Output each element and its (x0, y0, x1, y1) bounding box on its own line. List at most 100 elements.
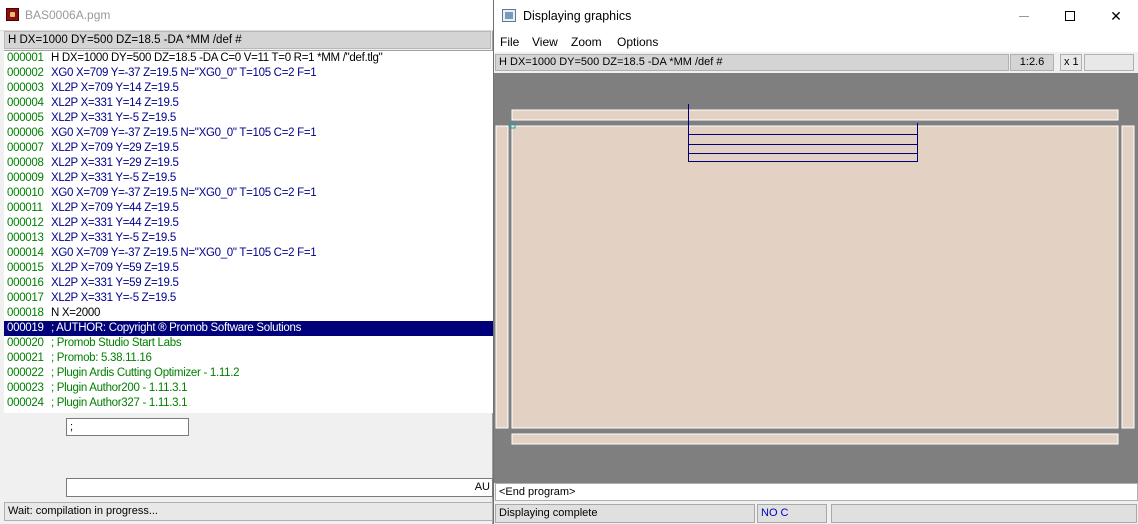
code-line[interactable]: 000015 XL2P X=709 Y=59 Z=19.5 (4, 261, 493, 276)
code-line-text: ; Promob Studio Start Labs (51, 337, 182, 349)
close-button[interactable]: ✕ (1093, 0, 1138, 32)
code-line-number: 000017 (7, 292, 44, 304)
editor-status-bar: Wait: compilation in progress... (4, 502, 493, 521)
menu-view[interactable]: View (532, 35, 558, 49)
code-line-text: XG0 X=709 Y=-37 Z=19.5 N="XG0_0" T=105 C… (51, 187, 317, 199)
window-app-icon (502, 9, 516, 22)
code-line-text: XL2P X=331 Y=-5 Z=19.5 (51, 292, 177, 304)
code-line-text: XL2P X=331 Y=59 Z=19.5 (51, 277, 179, 289)
code-line-number: 000011 (7, 202, 43, 214)
program-code-list[interactable]: 000001 H DX=1000 DY=500 DZ=18.5 -DA C=0 V… (4, 50, 493, 413)
code-line-text: ; Plugin Author327 - 1.11.3.1 (51, 397, 188, 409)
code-line[interactable]: 000024 ; Plugin Author327 - 1.11.3.1 (4, 396, 493, 411)
program-output-line: <End program> (495, 483, 1138, 501)
code-line-number: 000001 (7, 52, 44, 64)
graphics-header-row: H DX=1000 DY=500 DZ=18.5 -DA *MM /def # … (494, 53, 1138, 72)
code-line[interactable]: 000012 XL2P X=331 Y=44 Z=19.5 (4, 216, 493, 231)
code-line-number: 000019 (7, 322, 44, 334)
code-line-text: H DX=1000 DY=500 DZ=18.5 -DA C=0 V=11 T=… (51, 52, 383, 64)
code-line[interactable]: 000004 XL2P X=331 Y=14 Z=19.5 (4, 96, 493, 111)
zoom-level-readout: x 1 (1060, 54, 1082, 71)
code-line-text: XG0 X=709 Y=-37 Z=19.5 N="XG0_0" T=105 C… (51, 67, 317, 79)
command-input[interactable]: ; (66, 418, 189, 436)
status-mode-indicator: NO C (757, 504, 827, 523)
graphics-title: Displaying graphics (523, 9, 632, 23)
code-line[interactable]: 000014 XG0 X=709 Y=-37 Z=19.5 N="XG0_0" T… (4, 246, 493, 261)
code-line-number: 000020 (7, 337, 44, 349)
editor-titlebar[interactable]: BAS0006A.pgm (0, 0, 493, 31)
code-line-text: XG0 X=709 Y=-37 Z=19.5 N="XG0_0" T=105 C… (51, 247, 317, 259)
code-line-text: XL2P X=331 Y=14 Z=19.5 (51, 97, 179, 109)
header-empty-field (1084, 54, 1134, 71)
code-line[interactable]: 000005 XL2P X=331 Y=-5 Z=19.5 (4, 111, 493, 126)
app-logo-icon (6, 8, 19, 21)
parameter-input-suffix: AU (474, 481, 490, 493)
graphics-header-field: H DX=1000 DY=500 DZ=18.5 -DA *MM /def # (495, 54, 1009, 71)
main-panel (511, 125, 1119, 429)
code-line[interactable]: 000007 XL2P X=709 Y=29 Z=19.5 (4, 141, 493, 156)
left-edge-strip (495, 125, 509, 429)
code-line-text: ; Plugin Ardis Cutting Optimizer - 1.11.… (51, 367, 240, 379)
parameter-input[interactable]: AU (66, 478, 493, 497)
code-line-number: 000010 (7, 187, 44, 199)
code-line[interactable]: 000021 ; Promob: 5.38.11.16 (4, 351, 493, 366)
code-line-number: 000003 (7, 82, 44, 94)
graphics-menubar: File View Zoom Options (494, 32, 1138, 52)
maximize-button[interactable] (1047, 0, 1093, 32)
code-line[interactable]: 000003 XL2P X=709 Y=14 Z=19.5 (4, 81, 493, 96)
code-line[interactable]: 000022 ; Plugin Ardis Cutting Optimizer -… (4, 366, 493, 381)
program-header-field[interactable]: H DX=1000 DY=500 DZ=18.5 -DA *MM /def # (4, 31, 491, 49)
code-line-number: 000016 (7, 277, 44, 289)
right-edge-strip (1121, 125, 1135, 429)
code-line-text: XL2P X=709 Y=59 Z=19.5 (51, 262, 179, 274)
code-line-number: 000008 (7, 157, 44, 169)
close-icon: ✕ (1110, 7, 1122, 24)
code-line-text: XL2P X=331 Y=44 Z=19.5 (51, 217, 179, 229)
code-line-text: XL2P X=331 Y=-5 Z=19.5 (51, 112, 177, 124)
code-line[interactable]: 000023 ; Plugin Author200 - 1.11.3.1 (4, 381, 493, 396)
code-line[interactable]: 000010 XG0 X=709 Y=-37 Z=19.5 N="XG0_0" T… (4, 186, 493, 201)
code-line-text: ; AUTHOR: Copyright ® Promob Software So… (51, 322, 302, 334)
graphics-status-text: Displaying complete (495, 504, 755, 523)
code-line[interactable]: 000011 XL2P X=709 Y=44 Z=19.5 (4, 201, 493, 216)
code-line[interactable]: 000016 XL2P X=331 Y=59 Z=19.5 (4, 276, 493, 291)
code-line[interactable]: 000013 XL2P X=331 Y=-5 Z=19.5 (4, 231, 493, 246)
code-line[interactable]: 000019 ; AUTHOR: Copyright ® Promob Softw… (4, 321, 493, 336)
code-line[interactable]: 000002 XG0 X=709 Y=-37 Z=19.5 N="XG0_0" T… (4, 66, 493, 81)
maximize-icon (1065, 11, 1075, 21)
code-line-text: XL2P X=331 Y=29 Z=19.5 (51, 157, 179, 169)
code-line-number: 000004 (7, 97, 44, 109)
code-line-text: N X=2000 (51, 307, 101, 319)
code-line-number: 000018 (7, 307, 44, 319)
code-line-text: ; Promob: 5.38.11.16 (51, 352, 152, 364)
graphics-window: Displaying graphics ✕ File View Zoom Opt… (493, 0, 1138, 524)
code-line-number: 000014 (7, 247, 44, 259)
status-empty-field (831, 504, 1137, 523)
graphics-titlebar[interactable]: Displaying graphics ✕ (494, 0, 1138, 32)
code-line-text: XL2P X=709 Y=29 Z=19.5 (51, 142, 179, 154)
code-line-number: 000023 (7, 382, 44, 394)
menu-zoom[interactable]: Zoom (571, 35, 602, 49)
code-line-number: 000022 (7, 367, 44, 379)
code-line-number: 000009 (7, 172, 44, 184)
code-line-number: 000007 (7, 142, 44, 154)
graphics-status-bar: Displaying complete NO C (494, 503, 1138, 524)
code-line[interactable]: 000020 ; Promob Studio Start Labs (4, 336, 493, 351)
code-line[interactable]: 000009 XL2P X=331 Y=-5 Z=19.5 (4, 171, 493, 186)
code-line-number: 000002 (7, 67, 44, 79)
program-editor-window: BAS0006A.pgm H DX=1000 DY=500 DZ=18.5 -D… (0, 0, 493, 524)
code-line[interactable]: 000006 XG0 X=709 Y=-37 Z=19.5 N="XG0_0" T… (4, 126, 493, 141)
code-line[interactable]: 000008 XL2P X=331 Y=29 Z=19.5 (4, 156, 493, 171)
code-line[interactable]: 000017 XL2P X=331 Y=-5 Z=19.5 (4, 291, 493, 306)
bottom-edge-strip (511, 433, 1119, 445)
code-line-text: XL2P X=709 Y=14 Z=19.5 (51, 82, 179, 94)
code-line-text: XL2P X=331 Y=-5 Z=19.5 (51, 232, 177, 244)
graphics-canvas[interactable] (494, 73, 1138, 483)
code-line[interactable]: 000018 N X=2000 (4, 306, 493, 321)
menu-file[interactable]: File (500, 35, 519, 49)
minimize-button[interactable] (1001, 0, 1047, 32)
code-line-text: XL2P X=331 Y=-5 Z=19.5 (51, 172, 177, 184)
menu-options[interactable]: Options (617, 35, 658, 49)
code-line-number: 000024 (7, 397, 44, 409)
code-line[interactable]: 000001 H DX=1000 DY=500 DZ=18.5 -DA C=0 V… (4, 51, 493, 66)
